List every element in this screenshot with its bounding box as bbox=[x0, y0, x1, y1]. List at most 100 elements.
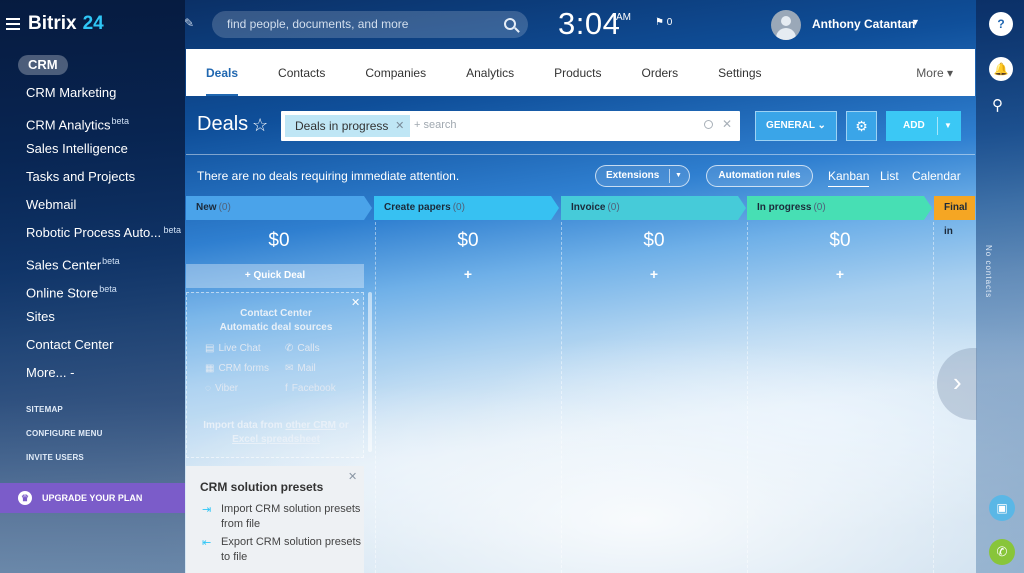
crm-tabs: Deals Contacts Companies Analytics Produ… bbox=[186, 49, 975, 96]
mail-icon: ✉ bbox=[285, 363, 294, 374]
page-title: Deals bbox=[197, 113, 249, 135]
sidebar-small-links: SITEMAP CONFIGURE MENU INVITE USERS bbox=[26, 405, 103, 477]
configure-menu-link[interactable]: CONFIGURE MENU bbox=[26, 429, 103, 453]
viber-icon: ◌ bbox=[205, 383, 211, 394]
stage-new[interactable]: New (0) bbox=[186, 196, 372, 220]
add-label: ADD bbox=[903, 120, 925, 131]
tab-contacts[interactable]: Contacts bbox=[258, 49, 345, 96]
export-presets-link[interactable]: ⇤ Export CRM solution presets to file bbox=[202, 535, 362, 565]
stage-sum: $0 bbox=[643, 230, 665, 251]
crown-icon: ♛ bbox=[18, 491, 32, 505]
sidebar-item-crm-analytics[interactable]: CRM Analyticsbeta bbox=[26, 110, 181, 138]
divider bbox=[186, 154, 975, 155]
chevron-down-icon[interactable]: ▼ bbox=[944, 111, 952, 141]
phone-icon[interactable]: ✆ bbox=[989, 539, 1015, 565]
sidebar-item-rpa[interactable]: Robotic Process Auto... beta bbox=[26, 222, 181, 250]
star-icon[interactable]: ☆ bbox=[252, 115, 268, 136]
upgrade-label: UPGRADE YOUR PLAN bbox=[42, 493, 143, 503]
more-dash-icon: - bbox=[70, 365, 75, 380]
chat-icon[interactable]: ▣ bbox=[989, 495, 1015, 521]
column-scrollbar[interactable] bbox=[368, 292, 372, 452]
import-icon: ⇥ bbox=[202, 504, 212, 516]
import-presets-link[interactable]: ⇥ Import CRM solution presets from file bbox=[202, 502, 362, 532]
user-name[interactable]: Anthony Catantan bbox=[812, 17, 915, 31]
stage-invoice[interactable]: Invoice (0) bbox=[561, 196, 746, 220]
logo[interactable]: Bitrix 24 bbox=[6, 12, 104, 36]
chevron-down-icon[interactable]: ▼ bbox=[675, 166, 682, 186]
no-contacts-label: No contacts bbox=[984, 245, 993, 299]
sidebar-item-online-store[interactable]: Online Storebeta bbox=[26, 278, 181, 306]
sidebar-item-webmail[interactable]: Webmail bbox=[26, 194, 181, 222]
extensions-button[interactable]: Extensions ▼ bbox=[595, 165, 690, 187]
sidebar-item-sites[interactable]: Sites bbox=[26, 306, 181, 334]
channel-facebook[interactable]: f Facebook bbox=[285, 383, 336, 394]
help-icon[interactable]: ? bbox=[989, 12, 1013, 36]
tab-products[interactable]: Products bbox=[534, 49, 621, 96]
sidebar-item-crm-marketing[interactable]: CRM Marketing bbox=[26, 82, 181, 110]
invite-users-link[interactable]: INVITE USERS bbox=[26, 453, 103, 477]
add-button[interactable]: ADD ▼ bbox=[886, 111, 961, 141]
crm-presets-card: ✕ CRM solution presets ⇥ Import CRM solut… bbox=[186, 466, 364, 573]
tab-analytics[interactable]: Analytics bbox=[446, 49, 534, 96]
search-icon-right[interactable]: ⚲ bbox=[992, 96, 1003, 114]
upgrade-plan-button[interactable]: ♛ UPGRADE YOUR PLAN bbox=[0, 483, 185, 513]
stage-create-papers[interactable]: Create papers (0) bbox=[374, 196, 559, 220]
pencil-icon[interactable]: ✎ bbox=[184, 16, 194, 30]
sidebar-item-tasks-projects[interactable]: Tasks and Projects bbox=[26, 166, 181, 194]
channel-crm-forms[interactable]: ▦ CRM forms bbox=[205, 363, 269, 374]
general-button[interactable]: GENERAL ⌄ bbox=[755, 111, 837, 141]
avatar[interactable] bbox=[771, 10, 801, 40]
search-placeholder: find people, documents, and more bbox=[227, 17, 409, 31]
add-deal-plus-icon[interactable]: + bbox=[747, 266, 933, 282]
quick-deal-button[interactable]: + Quick Deal bbox=[186, 264, 364, 288]
close-icon[interactable]: ✕ bbox=[348, 470, 357, 483]
stage-sum: $0 bbox=[457, 230, 479, 251]
sidebar-menu: CRM Marketing CRM Analyticsbeta Sales In… bbox=[26, 82, 181, 390]
clock[interactable]: 3:04 bbox=[558, 6, 620, 42]
view-kanban[interactable]: Kanban bbox=[828, 169, 870, 187]
stage-in-progress[interactable]: In progress (0) bbox=[747, 196, 932, 220]
other-crm-link[interactable]: other CRM bbox=[285, 420, 336, 431]
close-icon[interactable]: ✕ bbox=[395, 115, 404, 137]
menu-burger-icon[interactable] bbox=[6, 18, 20, 30]
stage-final[interactable]: Final in bbox=[934, 196, 975, 237]
automation-rules-button[interactable]: Automation rules bbox=[706, 165, 813, 187]
excel-spreadsheet-link[interactable]: Excel spreadsheet bbox=[232, 434, 320, 445]
channel-viber[interactable]: ◌ Viber bbox=[205, 383, 238, 394]
add-deal-plus-icon[interactable]: + bbox=[561, 266, 747, 282]
channel-calls[interactable]: ✆ Calls bbox=[285, 343, 320, 354]
chat-icon: ▤ bbox=[205, 343, 215, 354]
sidebar-item-sales-intelligence[interactable]: Sales Intelligence bbox=[26, 138, 181, 166]
filter-search-input[interactable]: Deals in progress ✕ + search bbox=[281, 111, 740, 141]
gear-icon[interactable]: ⚙ bbox=[846, 111, 877, 141]
search-icon[interactable] bbox=[504, 18, 516, 30]
sitemap-link[interactable]: SITEMAP bbox=[26, 405, 103, 429]
sidebar-item-more[interactable]: More... - bbox=[26, 362, 181, 390]
tab-deals[interactable]: Deals bbox=[186, 49, 258, 96]
contact-center-subtitle: Automatic deal sources bbox=[219, 322, 333, 333]
filter-search-icon[interactable] bbox=[704, 120, 713, 129]
stage-sum: $0 bbox=[268, 230, 290, 251]
scroll-right-arrow-icon[interactable]: › bbox=[937, 348, 977, 420]
global-search-input[interactable]: find people, documents, and more bbox=[212, 11, 528, 38]
filter-clear-icon[interactable]: ✕ bbox=[722, 117, 732, 131]
contact-center-title: Contact Center bbox=[240, 308, 312, 319]
logo-text: Bitrix bbox=[28, 13, 77, 34]
channel-live-chat[interactable]: ▤ Live Chat bbox=[205, 343, 261, 354]
sidebar-item-crm[interactable]: CRM bbox=[18, 55, 68, 75]
notification-bell-icon[interactable]: 🔔 bbox=[989, 57, 1013, 81]
tab-settings[interactable]: Settings bbox=[698, 49, 781, 96]
add-deal-plus-icon[interactable]: + bbox=[375, 266, 561, 282]
chevron-down-icon[interactable]: ▼ bbox=[911, 17, 920, 27]
sidebar-item-sales-center[interactable]: Sales Centerbeta bbox=[26, 250, 181, 278]
tab-orders[interactable]: Orders bbox=[621, 49, 698, 96]
filter-placeholder: + search bbox=[414, 119, 457, 131]
channel-mail[interactable]: ✉ Mail bbox=[285, 363, 316, 374]
sidebar-item-contact-center[interactable]: Contact Center bbox=[26, 334, 181, 362]
filter-chip[interactable]: Deals in progress ✕ bbox=[285, 115, 411, 137]
view-calendar[interactable]: Calendar bbox=[912, 169, 961, 183]
flag-counter[interactable]: ⚑ 0 bbox=[655, 17, 672, 28]
tab-companies[interactable]: Companies bbox=[345, 49, 446, 96]
tab-more[interactable]: More ▾ bbox=[916, 49, 953, 98]
view-list[interactable]: List bbox=[880, 169, 899, 183]
